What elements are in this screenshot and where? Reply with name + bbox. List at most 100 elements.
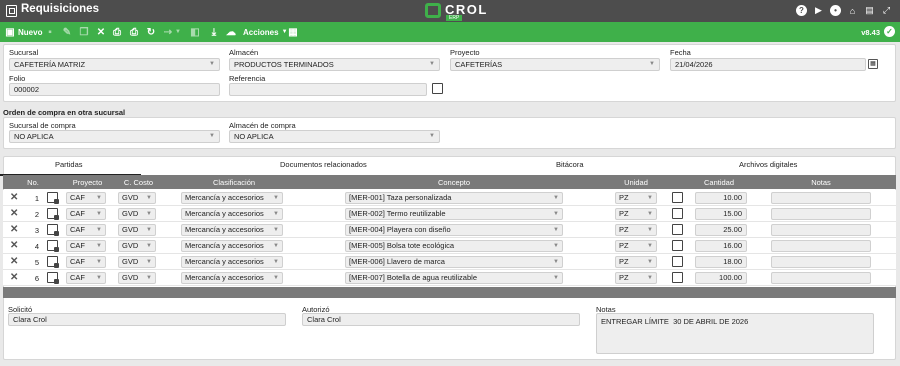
autorizo-input[interactable]: Clara Crol [302, 313, 580, 326]
proyecto-cell[interactable]: CAF ▼ [66, 192, 106, 204]
clasificacion-cell[interactable]: Mercancía y accesorios ▼ [181, 224, 283, 236]
chat-icon[interactable]: • [830, 5, 841, 16]
referencia-input[interactable] [229, 83, 427, 96]
print-preview-button[interactable]: ⎙ [129, 25, 139, 39]
proyecto-cell[interactable]: CAF ▼ [66, 208, 106, 220]
clasificacion-cell[interactable]: Mercancía y accesorios ▼ [181, 240, 283, 252]
unit-detail-icon[interactable] [672, 208, 683, 219]
delete-button[interactable]: ✕ [96, 25, 106, 39]
tab-bitacora[interactable]: Bitácora [556, 160, 584, 169]
refresh-button[interactable]: ↻ [146, 25, 156, 39]
notas-input[interactable] [771, 192, 871, 204]
almacen-select[interactable]: PRODUCTOS TERMINADOS ▼ [229, 58, 440, 71]
concepto-cell[interactable]: [MER-006] Llavero de marca ▼ [345, 256, 563, 268]
tasks-icon[interactable]: ▤ [864, 5, 875, 16]
proyecto-cell[interactable]: CAF ▼ [66, 256, 106, 268]
unidad-cell[interactable]: PZ ▼ [615, 224, 657, 236]
solicito-input[interactable]: Clara Crol [8, 313, 286, 326]
upload-button[interactable]: ☁ [226, 25, 236, 39]
fecha-input[interactable]: 21/04/2026 [670, 58, 866, 71]
cantidad-input[interactable]: 100.00 [695, 272, 747, 284]
clasificacion-cell[interactable]: Mercancía y accesorios ▼ [181, 256, 283, 268]
cantidad-input[interactable]: 16.00 [695, 240, 747, 252]
notas-input[interactable] [771, 256, 871, 268]
delete-row-icon[interactable]: ✕ [10, 208, 18, 219]
proyecto-value: CAF [70, 241, 85, 250]
costo-cell[interactable]: GVD ▼ [118, 272, 156, 284]
tab-partidas[interactable]: Partidas [0, 160, 140, 176]
row-detail-icon[interactable] [47, 192, 59, 204]
report-button[interactable]: ▦ [288, 25, 298, 39]
delete-row-icon[interactable]: ✕ [10, 256, 18, 267]
sucursal-compra-select[interactable]: NO APLICA ▼ [9, 130, 220, 143]
tab-archivos[interactable]: Archivos digitales [739, 160, 797, 169]
copy-button[interactable]: ❐ [79, 25, 89, 39]
calendar-icon[interactable]: ▦ [868, 59, 878, 69]
clasificacion-cell[interactable]: Mercancía y accesorios ▼ [181, 192, 283, 204]
unit-detail-icon[interactable] [672, 272, 683, 283]
edit-button[interactable]: ✎ [62, 25, 72, 39]
row-detail-icon[interactable] [47, 208, 59, 220]
notas-input[interactable] [771, 208, 871, 220]
notas-input[interactable] [771, 240, 871, 252]
expand-icon[interactable]: ⤢ [881, 5, 892, 16]
actions-menu[interactable]: Acciones ▼ [243, 25, 288, 39]
notas-textarea[interactable]: ENTREGAR LÍMITE 30 DE ABRIL DE 2026 [596, 313, 874, 354]
unit-detail-icon[interactable] [672, 240, 683, 251]
new-button[interactable]: ▣ Nuevo [5, 25, 42, 39]
sucursal-select[interactable]: CAFETERÍA MATRIZ ▼ [9, 58, 220, 71]
costo-cell[interactable]: GVD ▼ [118, 192, 156, 204]
proyecto-select[interactable]: CAFETERÍAS ▼ [450, 58, 660, 71]
unit-detail-icon[interactable] [672, 192, 683, 203]
unidad-cell[interactable]: PZ ▼ [615, 240, 657, 252]
row-detail-icon[interactable] [47, 240, 59, 252]
status-icon: ◧ [190, 26, 200, 38]
concepto-cell[interactable]: [MER-005] Bolsa tote ecológica ▼ [345, 240, 563, 252]
check-icon[interactable]: ✓ [884, 26, 895, 37]
costo-cell[interactable]: GVD ▼ [118, 224, 156, 236]
proyecto-cell[interactable]: CAF ▼ [66, 224, 106, 236]
save-button[interactable]: ▪ [45, 25, 55, 39]
delete-row-icon[interactable]: ✕ [10, 192, 18, 203]
home-icon[interactable]: ⌂ [847, 5, 858, 16]
delete-row-icon[interactable]: ✕ [10, 224, 18, 235]
unidad-cell[interactable]: PZ ▼ [615, 208, 657, 220]
almacen-compra-select[interactable]: NO APLICA ▼ [229, 130, 440, 143]
clasificacion-cell[interactable]: Mercancía y accesorios ▼ [181, 208, 283, 220]
unidad-cell[interactable]: PZ ▼ [615, 256, 657, 268]
notas-input[interactable] [771, 272, 871, 284]
proyecto-cell[interactable]: CAF ▼ [66, 272, 106, 284]
clasificacion-cell[interactable]: Mercancía y accesorios ▼ [181, 272, 283, 284]
send-button[interactable]: ⇢ ▼ [163, 25, 183, 39]
delete-row-icon[interactable]: ✕ [10, 240, 18, 251]
notas-input[interactable] [771, 224, 871, 236]
row-detail-icon[interactable] [47, 224, 59, 236]
cantidad-input[interactable]: 18.00 [695, 256, 747, 268]
proyecto-cell[interactable]: CAF ▼ [66, 240, 106, 252]
unidad-cell[interactable]: PZ ▼ [615, 192, 657, 204]
costo-cell[interactable]: GVD ▼ [118, 256, 156, 268]
costo-cell[interactable]: GVD ▼ [118, 208, 156, 220]
costo-cell[interactable]: GVD ▼ [118, 240, 156, 252]
print-button[interactable]: ⎙ [112, 25, 122, 39]
concepto-cell[interactable]: [MER-001] Taza personalizada ▼ [345, 192, 563, 204]
concepto-cell[interactable]: [MER-002] Termo reutilizable ▼ [345, 208, 563, 220]
unit-detail-icon[interactable] [672, 224, 683, 235]
status-button[interactable]: ◧ [190, 25, 200, 39]
reference-lookup-icon[interactable] [432, 83, 443, 94]
row-detail-icon[interactable] [47, 272, 59, 284]
cantidad-input[interactable]: 15.00 [695, 208, 747, 220]
cantidad-input[interactable]: 10.00 [695, 192, 747, 204]
unidad-cell[interactable]: PZ ▼ [615, 272, 657, 284]
row-detail-icon[interactable] [47, 256, 59, 268]
unit-detail-icon[interactable] [672, 256, 683, 267]
cantidad-input[interactable]: 25.00 [695, 224, 747, 236]
concepto-cell[interactable]: [MER-004] Playera con diseño ▼ [345, 224, 563, 236]
concepto-cell[interactable]: [MER-007] Botella de agua reutilizable ▼ [345, 272, 563, 284]
download-button[interactable]: ⤓ [209, 25, 219, 39]
tab-documentos[interactable]: Documentos relacionados [280, 160, 367, 169]
folio-input[interactable]: 000002 [9, 83, 220, 96]
video-icon[interactable]: ▶ [813, 5, 824, 16]
help-icon[interactable]: ? [796, 5, 807, 16]
delete-row-icon[interactable]: ✕ [10, 272, 18, 283]
